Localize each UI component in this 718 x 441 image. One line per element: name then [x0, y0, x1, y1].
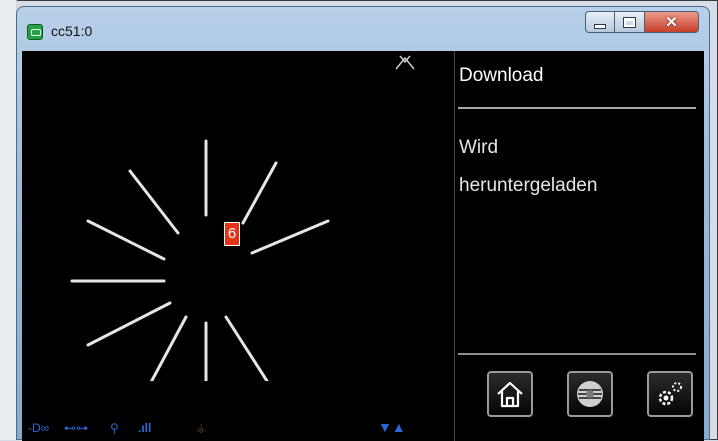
settings-button[interactable]: [647, 371, 693, 417]
close-button[interactable]: ✕: [645, 11, 699, 33]
minimize-icon: [595, 24, 605, 28]
minimize-button[interactable]: [585, 11, 615, 33]
footer-divider: [458, 353, 696, 355]
status-message: Wird heruntergeladen: [459, 129, 689, 205]
window-title: cc51:0: [51, 23, 93, 39]
collapse-icon[interactable]: [394, 53, 416, 71]
app-content: 6 Download Wird heruntergeladen -D∞ ⊷⊶ ⚲…: [22, 51, 704, 441]
app-window: cc51:0 ✕ 6 Download Wird heruntergeladen…: [16, 6, 710, 441]
close-icon: ✕: [665, 14, 678, 31]
link-icon: ⊷⊶: [64, 421, 88, 435]
panel-heading: Download: [459, 65, 544, 86]
network-icon: -D∞: [28, 421, 50, 435]
loading-spinner: [70, 139, 330, 381]
pin-icon: ⚲: [110, 421, 119, 435]
app-icon: [27, 24, 43, 40]
desktop-gutter: [0, 0, 17, 440]
step-badge: 6: [224, 222, 240, 246]
maximize-icon: [624, 17, 635, 27]
updown-icon: ▼▲: [378, 419, 406, 435]
disc-button[interactable]: [567, 371, 613, 417]
status-bar: -D∞ ⊷⊶ ⚲ .ıll ⚶ ▼▲: [22, 413, 454, 441]
signal-icon: .ıll: [138, 421, 152, 435]
status-message-line1: Wird: [459, 137, 499, 158]
window-controls: ✕: [585, 11, 699, 37]
gear-icon: [658, 382, 682, 406]
status-message-line2: heruntergeladen: [459, 175, 598, 196]
home-icon: [497, 381, 523, 408]
antenna-icon: ⚶: [196, 421, 207, 435]
info-panel: Download Wird heruntergeladen: [455, 51, 704, 441]
maximize-button[interactable]: [615, 11, 645, 33]
disc-icon: [577, 381, 603, 407]
title-bar[interactable]: cc51:0 ✕: [17, 7, 709, 49]
home-button[interactable]: [487, 371, 533, 417]
heading-divider: [458, 107, 696, 109]
